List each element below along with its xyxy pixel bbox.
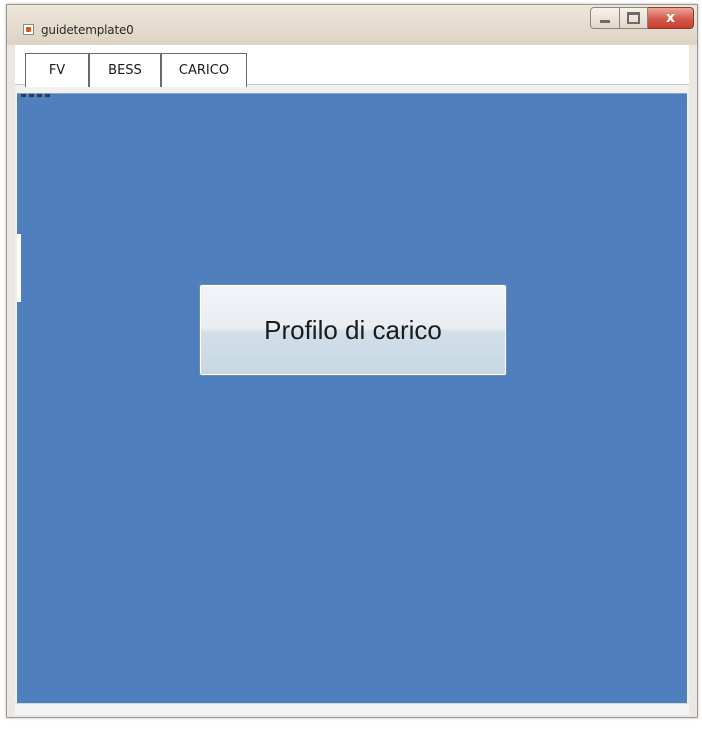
tab-strip: FV BESS CARICO xyxy=(15,45,689,87)
panel-border-marks xyxy=(21,94,53,97)
app-window: guidetemplate0 x FV BESS CARICO Profilo … xyxy=(6,4,698,718)
profilo-di-carico-label: Profilo di carico xyxy=(264,314,442,345)
maximize-icon xyxy=(627,12,640,24)
tab-carico[interactable]: CARICO xyxy=(161,53,247,87)
window-controls: x xyxy=(590,7,694,29)
matlab-app-icon[interactable] xyxy=(23,24,34,35)
bottom-strip xyxy=(15,703,689,715)
client-area: FV BESS CARICO Profilo di carico xyxy=(15,45,689,715)
close-button[interactable]: x xyxy=(648,7,694,29)
tab-fv[interactable]: FV xyxy=(25,53,89,87)
profilo-di-carico-button[interactable]: Profilo di carico xyxy=(199,284,507,376)
close-icon: x xyxy=(665,10,676,26)
content-panel: Profilo di carico xyxy=(17,93,687,703)
minimize-icon xyxy=(600,19,610,23)
window-title: guidetemplate0 xyxy=(41,23,134,37)
left-scroll-handle[interactable] xyxy=(17,234,21,302)
title-bar[interactable]: guidetemplate0 x xyxy=(7,5,697,45)
tab-bess[interactable]: BESS xyxy=(89,53,161,87)
minimize-button[interactable] xyxy=(590,7,620,29)
maximize-button[interactable] xyxy=(620,7,648,29)
